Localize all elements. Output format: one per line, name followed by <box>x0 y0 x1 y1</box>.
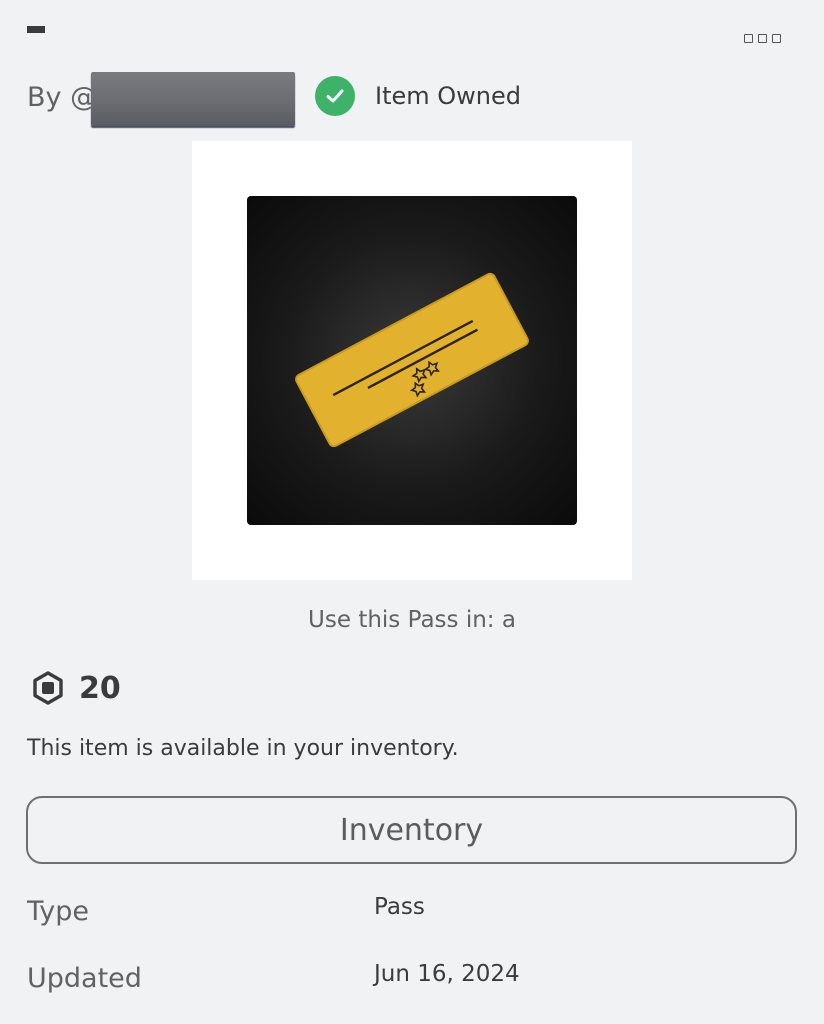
thumbnail-background <box>247 196 577 525</box>
more-options-icon <box>744 34 753 43</box>
price-row: 20 <box>31 668 121 708</box>
price-value: 20 <box>79 670 121 706</box>
usage-text[interactable]: Use this Pass in: a <box>0 607 824 633</box>
check-circle-icon <box>315 76 355 116</box>
owned-label: Item Owned <box>375 82 521 110</box>
creator-row: By @ <box>27 72 295 126</box>
item-thumbnail <box>192 141 632 580</box>
creator-name-redacted[interactable] <box>91 72 295 126</box>
detail-key: Updated <box>27 963 142 994</box>
detail-key: Type <box>27 896 90 927</box>
detail-value: Pass <box>374 894 425 920</box>
detail-row-updated: Updated Jun 16, 2024 <box>27 961 797 1003</box>
more-options-icon <box>772 34 781 43</box>
inventory-button[interactable]: Inventory <box>26 796 797 864</box>
creator-label: By @ <box>27 81 98 113</box>
detail-value: Jun 16, 2024 <box>374 961 520 987</box>
availability-text: This item is available in your inventory… <box>27 736 459 761</box>
detail-row-type: Type Pass <box>27 894 797 936</box>
more-options-button[interactable] <box>744 34 784 46</box>
golden-ticket-pass-icon <box>295 272 529 448</box>
item-title <box>27 26 45 33</box>
owned-badge: Item Owned <box>315 76 521 116</box>
more-options-icon <box>758 34 767 43</box>
robux-icon <box>33 671 63 705</box>
item-details-page: By @ Item Owned Use this Pass in: a 20 T… <box>0 0 824 1024</box>
